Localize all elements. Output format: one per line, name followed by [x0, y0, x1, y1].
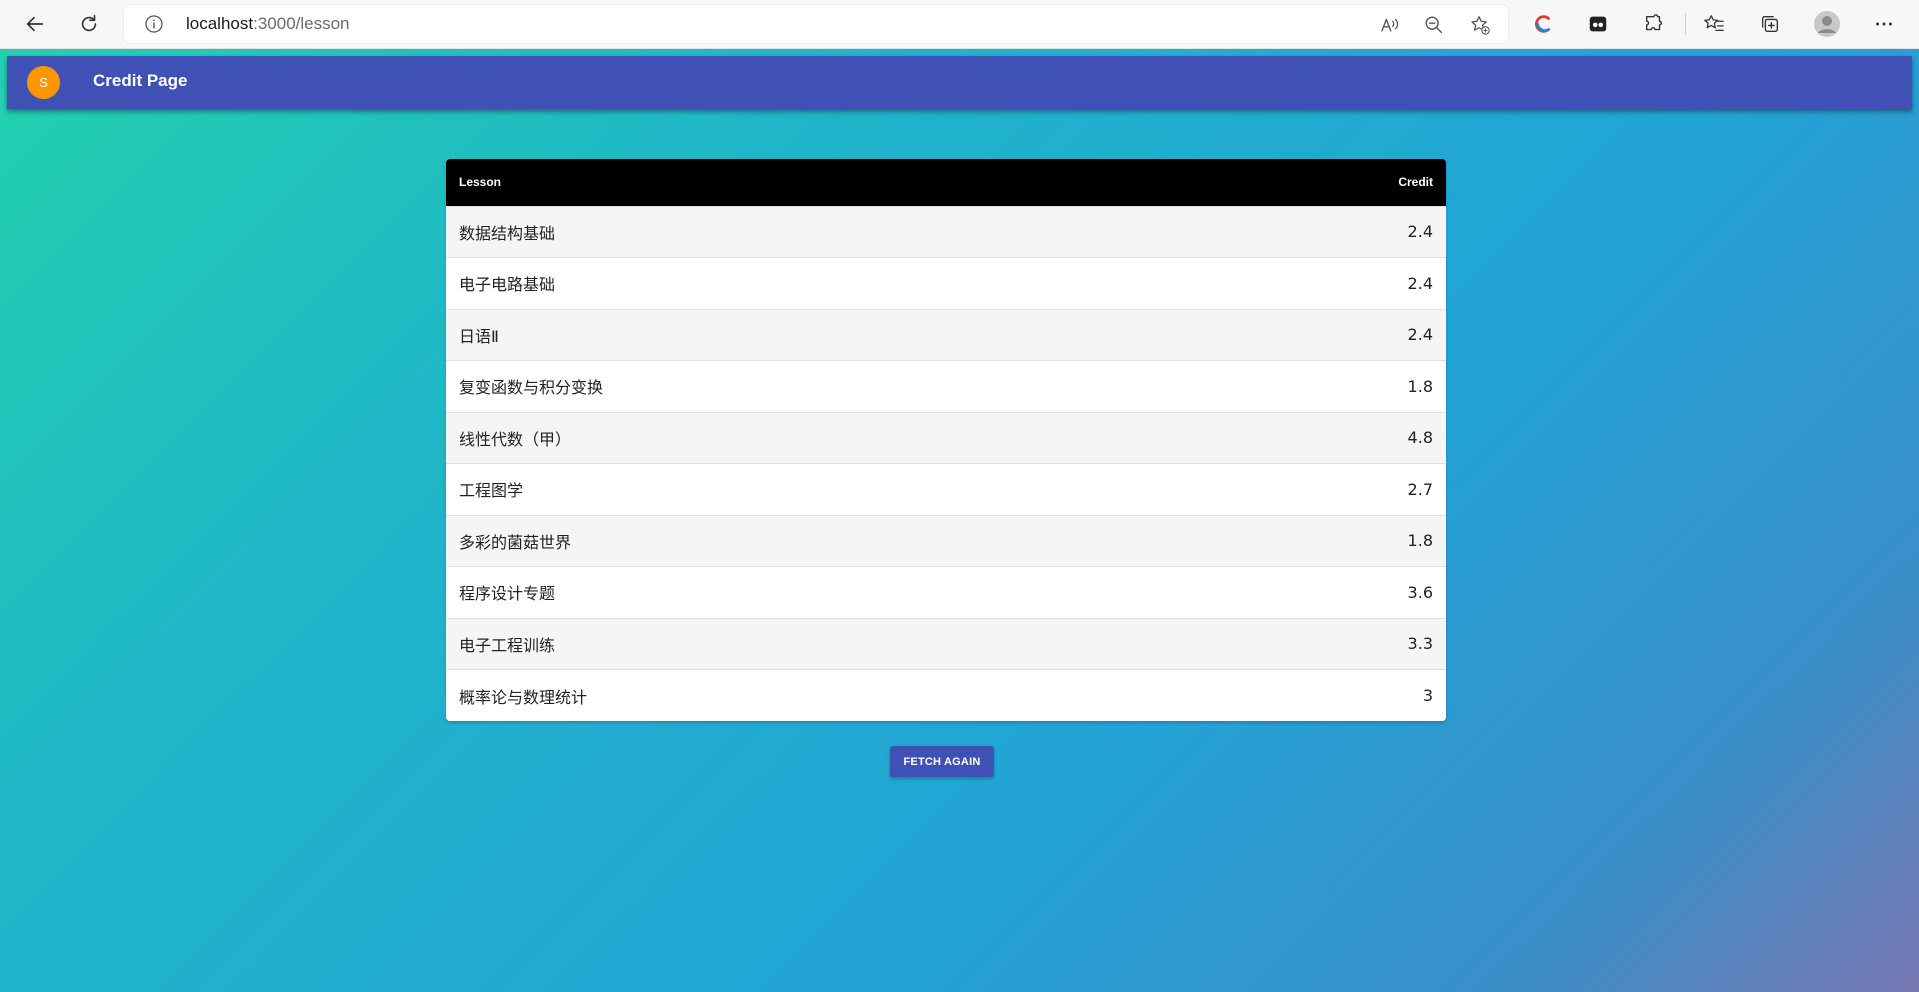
zoom-button[interactable]: [1422, 13, 1446, 37]
credit-cell: 2.4: [1182, 257, 1446, 309]
more-dots-icon: [1876, 22, 1892, 26]
toolbar-divider: [1685, 13, 1686, 35]
collections-button[interactable]: [1756, 10, 1784, 38]
lesson-cell: 程序设计专题: [446, 566, 1183, 618]
table-row: 线性代数（甲） 4.8: [446, 411, 1446, 464]
credit-cell: 2.7: [1182, 463, 1446, 515]
credit-cell: 2.4: [1182, 308, 1446, 361]
credit-column-header: Credit: [1398, 175, 1433, 190]
profile-avatar-icon: [1814, 11, 1840, 37]
credit-cell: 4.8: [1182, 411, 1446, 464]
site-info-icon[interactable]: [144, 14, 164, 34]
table-row: 电子电路基础 2.4: [446, 257, 1446, 309]
page-title: Credit Page: [93, 71, 188, 90]
refresh-button[interactable]: [72, 7, 106, 41]
table-row: 复变函数与积分变换 1.8: [446, 360, 1446, 412]
credit-table: Lesson Credit 数据结构基础 2.4 电子电路基础 2.4 日语Ⅱ …: [446, 159, 1446, 721]
favorites-button[interactable]: [1700, 10, 1728, 38]
table-header-row: Lesson Credit: [446, 159, 1446, 206]
credit-cell: 3.3: [1182, 617, 1446, 670]
address-bar[interactable]: localhost:3000/lesson: [124, 5, 1508, 43]
credit-cell: 3.6: [1182, 566, 1446, 618]
credit-cell: 2.4: [1182, 205, 1446, 258]
lesson-cell: 线性代数（甲）: [446, 411, 1183, 464]
lesson-cell: 电子电路基础: [446, 257, 1183, 309]
table-row: 工程图学 2.7: [446, 463, 1446, 515]
fetch-again-button[interactable]: FETCH AGAIN: [890, 746, 994, 777]
settings-menu-button[interactable]: [1870, 10, 1898, 38]
lesson-cell: 多彩的菌菇世界: [446, 514, 1183, 567]
collections-icon: [1761, 15, 1779, 33]
app-bar: S Credit Page: [7, 56, 1912, 109]
add-favorite-button[interactable]: [1468, 13, 1492, 37]
url-host: localhost: [186, 14, 254, 33]
table-row: 电子工程训练 3.3: [446, 617, 1446, 670]
read-aloud-button[interactable]: [1378, 13, 1402, 37]
lesson-cell: 电子工程训练: [446, 617, 1183, 670]
profile-button[interactable]: [1813, 10, 1841, 38]
credit-cell: 1.8: [1182, 360, 1446, 412]
back-button[interactable]: [18, 7, 52, 41]
lesson-cell: 工程图学: [446, 463, 1183, 515]
lesson-column-header: Lesson: [459, 175, 502, 190]
table-row: 多彩的菌菇世界 1.8: [446, 514, 1446, 567]
extension-c-button[interactable]: [1530, 10, 1558, 38]
credit-table-card: Lesson Credit 数据结构基础 2.4 电子电路基础 2.4 日语Ⅱ …: [446, 159, 1446, 721]
table-row: 日语Ⅱ 2.4: [446, 308, 1446, 361]
credit-cell: 3: [1182, 669, 1446, 721]
lesson-cell: 复变函数与积分变换: [446, 360, 1183, 412]
url-path: :3000/lesson: [253, 14, 350, 33]
table-row: 数据结构基础 2.4: [446, 205, 1446, 258]
zoom-out-icon: [1425, 16, 1443, 34]
puzzle-icon: [1645, 14, 1662, 31]
credit-cell: 1.8: [1182, 514, 1446, 567]
lesson-cell: 概率论与数理统计: [446, 669, 1183, 721]
refresh-icon: [81, 14, 97, 32]
lesson-cell: 日语Ⅱ: [446, 308, 1183, 361]
browser-toolbar: localhost:3000/lesson: [0, 0, 1919, 49]
table-row: 概率论与数理统计 3: [446, 669, 1446, 721]
url-text[interactable]: localhost:3000/lesson: [186, 14, 350, 34]
lesson-cell: 数据结构基础: [446, 205, 1183, 258]
c-logo-icon: [1535, 15, 1550, 33]
extensions-button[interactable]: [1640, 10, 1668, 38]
read-aloud-icon: [1381, 18, 1399, 32]
favorites-star-icon: [1704, 15, 1724, 32]
back-arrow-icon: [26, 16, 44, 32]
gamepad-icon: [1589, 16, 1607, 32]
avatar[interactable]: S: [27, 66, 60, 99]
table-row: 程序设计专题 3.6: [446, 566, 1446, 618]
page-background: S Credit Page Lesson Credit 数据结构基础 2.4 电…: [0, 49, 1919, 992]
extension-game-button[interactable]: [1584, 10, 1612, 38]
star-add-icon: [1471, 16, 1490, 35]
